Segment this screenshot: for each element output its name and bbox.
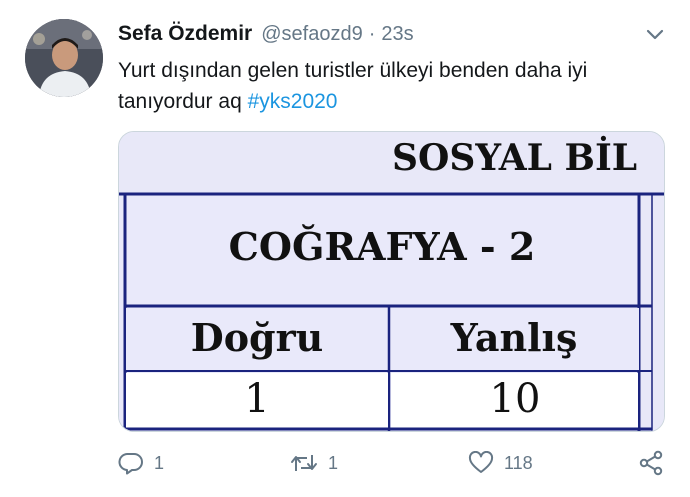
media-subject-text: COĞRAFYA - 2 [229, 224, 536, 269]
reply-count: 1 [154, 452, 165, 473]
tweet-text: Yurt dışından gelen turistler ülkeyi ben… [118, 55, 658, 117]
media-wrong-label: Yanlış [450, 315, 578, 360]
tweet-timestamp[interactable]: 23s [381, 23, 413, 46]
tweet-header: Sefa Özdemir @sefaozd9 · 23s [118, 20, 414, 48]
like-count: 118 [504, 452, 533, 473]
reply-icon [118, 453, 143, 475]
media-header-text: SOSYAL BİL [392, 136, 637, 179]
tweet-actions: 1 1 118 [118, 447, 666, 479]
author-name[interactable]: Sefa Özdemir [118, 22, 252, 46]
profile-photo [25, 19, 103, 97]
media-wrong-value: 10 [490, 376, 541, 422]
hashtag-link[interactable]: #yks2020 [248, 90, 338, 113]
reply-button[interactable]: 1 [118, 447, 164, 479]
media-correct-label: Doğru [191, 315, 324, 360]
media-correct-value: 1 [244, 376, 269, 422]
chevron-down-icon[interactable] [646, 28, 664, 40]
exam-result-image: SOSYAL BİL COĞRAFYA - 2 Doğru Yanlış 1 1… [119, 132, 664, 431]
avatar[interactable] [25, 19, 103, 97]
share-button[interactable] [638, 447, 664, 479]
author-handle[interactable]: @sefaozd9 [261, 23, 362, 46]
like-button[interactable]: 118 [468, 447, 533, 479]
separator-dot: · [368, 22, 376, 45]
heart-icon [468, 451, 494, 473]
retweet-button[interactable]: 1 [290, 447, 338, 479]
retweet-count: 1 [328, 452, 339, 473]
retweet-icon [291, 455, 317, 471]
share-icon [639, 450, 663, 476]
tweet-body: Yurt dışından gelen turistler ülkeyi ben… [118, 59, 588, 113]
tweet-media[interactable]: SOSYAL BİL COĞRAFYA - 2 Doğru Yanlış 1 1… [118, 131, 665, 432]
